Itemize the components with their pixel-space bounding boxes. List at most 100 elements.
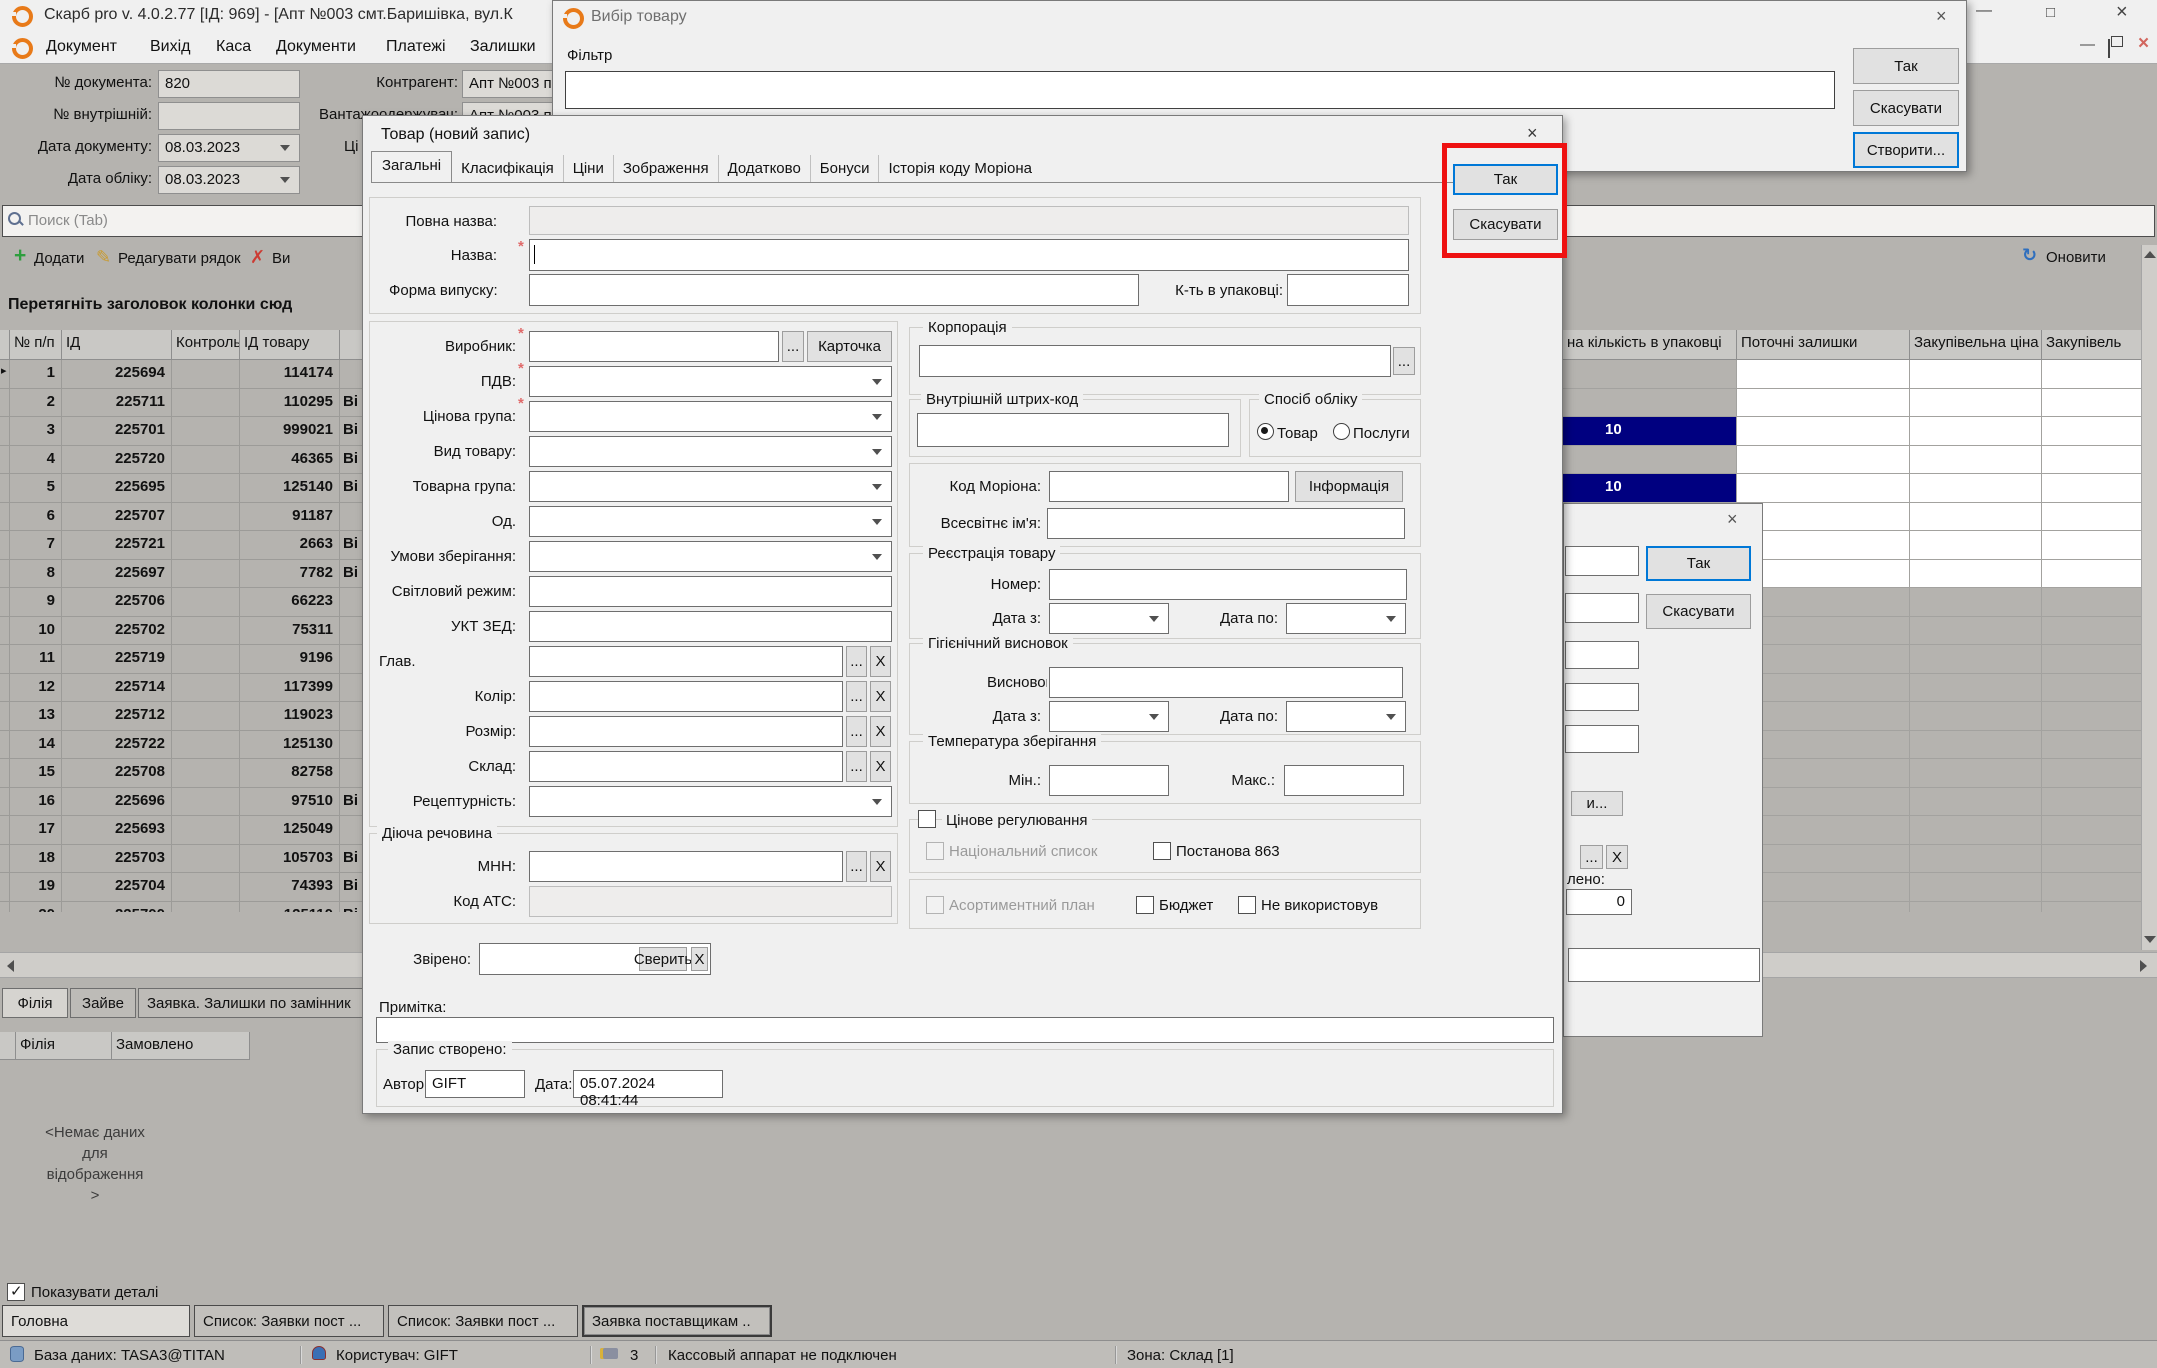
- mnn-more-button[interactable]: ...: [846, 851, 867, 882]
- window-tab-list1[interactable]: Список: Заявки пост ...: [194, 1305, 384, 1337]
- table-row[interactable]: 922570666223: [0, 588, 362, 617]
- table-row[interactable]: ▸1225694114174: [0, 360, 362, 389]
- scroll-right-icon[interactable]: [2140, 960, 2147, 972]
- color-clear-button[interactable]: X: [870, 681, 891, 712]
- name-field[interactable]: [529, 239, 1409, 271]
- decree863-checkbox[interactable]: [1153, 842, 1171, 860]
- side-field-clipped[interactable]: [1565, 725, 1639, 753]
- goods-radio[interactable]: [1257, 423, 1274, 440]
- reg-number-field[interactable]: [1049, 569, 1407, 600]
- side-clear-button[interactable]: X: [1606, 845, 1628, 869]
- side-field-clipped[interactable]: [1565, 641, 1639, 669]
- corporation-field[interactable]: [919, 345, 1391, 377]
- select-dialog-close-icon[interactable]: ×: [1936, 7, 1947, 25]
- pack-qty-field[interactable]: [1287, 274, 1409, 306]
- size-more-button[interactable]: ...: [846, 716, 867, 747]
- table-row[interactable]: 622570791187: [0, 503, 362, 532]
- color-more-button[interactable]: ...: [846, 681, 867, 712]
- table-row[interactable]: 2225711110295Ві: [0, 389, 362, 418]
- manufacturer-field[interactable]: [529, 331, 779, 362]
- table-row[interactable]: [1563, 360, 2141, 389]
- size-clear-button[interactable]: X: [870, 716, 891, 747]
- chevron-down-icon[interactable]: [872, 799, 882, 805]
- tab-klasyfikacia[interactable]: Класифікація: [452, 155, 563, 182]
- table-row[interactable]: 1022570275311: [0, 617, 362, 646]
- chevron-down-icon[interactable]: [280, 145, 290, 151]
- column-header-pack-qty[interactable]: на кількість в упаковці: [1563, 330, 1737, 360]
- side-cancel-button[interactable]: Скасувати: [1646, 594, 1751, 629]
- column-header-itemid[interactable]: ІД товару: [240, 330, 340, 360]
- doc-date-field[interactable]: 08.03.2023: [158, 134, 300, 162]
- column-header-purchase-price[interactable]: Закупівельна ціна △: [1910, 330, 2042, 360]
- window-tab-supplier-request[interactable]: Заявка поставщикам ..: [582, 1305, 772, 1337]
- maximize-icon[interactable]: □: [2046, 4, 2055, 21]
- internal-number-field[interactable]: [158, 102, 300, 130]
- world-name-field[interactable]: [1047, 508, 1405, 539]
- unit-combo[interactable]: [529, 506, 892, 537]
- side-clipped-button[interactable]: и...: [1571, 791, 1623, 816]
- mnn-clear-button[interactable]: X: [870, 851, 891, 882]
- detail-column-zamovleno[interactable]: Замовлено: [112, 1032, 250, 1060]
- side-qty-field[interactable]: 0: [1566, 889, 1632, 915]
- budget-checkbox[interactable]: [1136, 896, 1154, 914]
- corporation-more-button[interactable]: ...: [1393, 347, 1415, 375]
- select-cancel-button[interactable]: Скасувати: [1853, 90, 1959, 126]
- verify-clear-button[interactable]: X: [691, 947, 708, 971]
- hyg-date-to-combo[interactable]: [1286, 701, 1406, 732]
- sklad-field[interactable]: [529, 751, 843, 782]
- color-field[interactable]: [529, 681, 843, 712]
- detail-column-filia[interactable]: Філія: [16, 1032, 112, 1060]
- glav-more-button[interactable]: ...: [846, 646, 867, 677]
- select-create-button[interactable]: Створити...: [1853, 132, 1959, 168]
- price-regulation-checkbox[interactable]: [918, 810, 936, 828]
- chevron-down-icon[interactable]: [1149, 714, 1159, 720]
- side-field-clipped[interactable]: [1565, 593, 1639, 623]
- scroll-up-icon[interactable]: [2144, 251, 2156, 258]
- mdi-close-icon[interactable]: ×: [2138, 33, 2149, 55]
- sklad-more-button[interactable]: ...: [846, 751, 867, 782]
- menu-item-document[interactable]: Документ: [46, 38, 117, 56]
- not-used-checkbox[interactable]: [1238, 896, 1256, 914]
- ukt-zed-field[interactable]: [529, 611, 892, 642]
- tab-ciny[interactable]: Ціни: [563, 155, 613, 182]
- scroll-left-icon[interactable]: [7, 960, 14, 972]
- chevron-down-icon[interactable]: [872, 554, 882, 560]
- column-header-control[interactable]: Контроль: [172, 330, 240, 360]
- table-row[interactable]: 18225703105703Ві: [0, 845, 362, 874]
- vertical-scrollbar[interactable]: [2141, 245, 2157, 950]
- chevron-down-icon[interactable]: [1149, 616, 1159, 622]
- note-field[interactable]: [376, 1017, 1554, 1043]
- manufacturer-more-button[interactable]: ...: [782, 331, 804, 362]
- doc-number-field[interactable]: 820: [158, 70, 300, 98]
- chevron-down-icon[interactable]: [872, 379, 882, 385]
- table-row[interactable]: 3225701999021Ві: [0, 417, 362, 446]
- tab-zobrazhennya[interactable]: Зображення: [613, 155, 718, 182]
- temp-min-field[interactable]: [1049, 765, 1169, 796]
- column-header-id[interactable]: ІД: [62, 330, 172, 360]
- chevron-down-icon[interactable]: [872, 414, 882, 420]
- item-kind-combo[interactable]: [529, 436, 892, 467]
- vat-combo[interactable]: [529, 366, 892, 397]
- side-dialog-close-icon[interactable]: ×: [1727, 510, 1738, 528]
- goods-radio-label[interactable]: Товар: [1277, 425, 1318, 442]
- services-radio[interactable]: [1333, 423, 1350, 440]
- window-tab-list2[interactable]: Список: Заявки пост ...: [388, 1305, 578, 1337]
- table-row[interactable]: 112257199196: [0, 645, 362, 674]
- column-header-purchase-clipped[interactable]: Закупівель: [2042, 330, 2141, 360]
- not-used-label[interactable]: Не використовув: [1261, 897, 1417, 914]
- price-regulation-label[interactable]: Цінове регулювання: [942, 812, 1092, 829]
- chevron-down-icon[interactable]: [872, 519, 882, 525]
- delete-button-clipped[interactable]: Ви: [272, 250, 290, 267]
- tab-zaive[interactable]: Зайве: [70, 988, 136, 1018]
- morion-code-field[interactable]: [1049, 471, 1289, 502]
- storage-conditions-combo[interactable]: [529, 541, 892, 572]
- tab-bonusy[interactable]: Бонуси: [810, 155, 879, 182]
- table-row[interactable]: 82256977782Ві: [0, 560, 362, 589]
- verify-button[interactable]: Сверить: [639, 947, 687, 971]
- side-field-clipped[interactable]: [1565, 546, 1639, 576]
- table-row[interactable]: 1922570474393Ві: [0, 873, 362, 902]
- prescription-combo[interactable]: [529, 786, 892, 817]
- author-field[interactable]: GIFT: [425, 1070, 525, 1098]
- glav-clear-button[interactable]: X: [870, 646, 891, 677]
- chevron-down-icon[interactable]: [872, 449, 882, 455]
